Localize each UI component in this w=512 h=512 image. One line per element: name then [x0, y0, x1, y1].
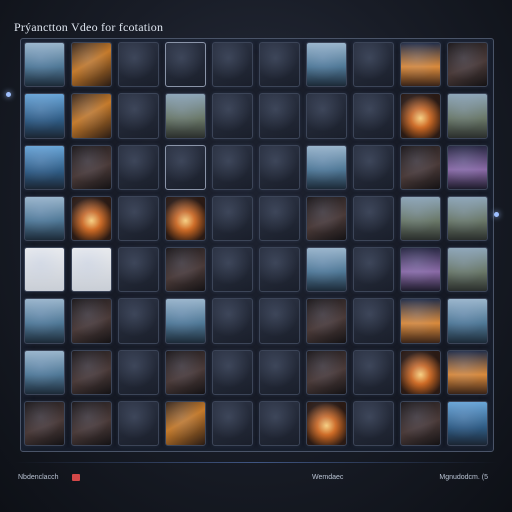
video-thumbnail[interactable] — [353, 93, 394, 139]
video-thumbnail[interactable] — [24, 349, 65, 395]
video-thumbnail[interactable] — [118, 195, 159, 241]
video-thumbnail[interactable] — [165, 42, 206, 88]
video-thumbnail[interactable] — [400, 400, 441, 446]
video-thumbnail[interactable] — [71, 195, 112, 241]
video-thumbnail[interactable] — [24, 42, 65, 88]
footer-divider — [14, 462, 498, 463]
video-thumbnail[interactable] — [118, 298, 159, 344]
footer-mid-label[interactable]: Wemdaec — [312, 474, 343, 481]
footer-left-label[interactable]: Nbdenclacch — [18, 474, 58, 481]
video-thumbnail[interactable] — [353, 349, 394, 395]
video-thumbnail[interactable] — [447, 93, 488, 139]
video-thumbnail[interactable] — [259, 195, 300, 241]
video-thumbnail[interactable] — [259, 400, 300, 446]
video-thumbnail[interactable] — [24, 247, 65, 293]
video-thumbnail[interactable] — [165, 400, 206, 446]
video-thumbnail[interactable] — [400, 247, 441, 293]
video-thumbnail[interactable] — [165, 93, 206, 139]
video-thumbnail[interactable] — [353, 400, 394, 446]
video-thumbnail[interactable] — [24, 298, 65, 344]
video-thumbnail[interactable] — [447, 247, 488, 293]
video-thumbnail[interactable] — [306, 349, 347, 395]
video-thumbnail[interactable] — [71, 42, 112, 88]
glow-dot — [494, 212, 499, 217]
video-thumbnail[interactable] — [353, 247, 394, 293]
video-thumbnail[interactable] — [353, 144, 394, 190]
video-thumbnail[interactable] — [71, 349, 112, 395]
video-thumbnail[interactable] — [400, 298, 441, 344]
video-thumbnail[interactable] — [259, 247, 300, 293]
video-thumbnail[interactable] — [306, 195, 347, 241]
video-thumbnail[interactable] — [212, 298, 253, 344]
glow-dot — [6, 92, 11, 97]
video-thumbnail[interactable] — [24, 400, 65, 446]
video-thumbnail[interactable] — [259, 298, 300, 344]
video-thumbnail[interactable] — [353, 42, 394, 88]
video-thumbnail[interactable] — [165, 298, 206, 344]
video-thumbnail[interactable] — [259, 93, 300, 139]
video-thumbnail[interactable] — [165, 144, 206, 190]
video-thumbnail[interactable] — [71, 298, 112, 344]
video-thumbnail[interactable] — [400, 42, 441, 88]
video-thumbnail[interactable] — [212, 247, 253, 293]
video-thumbnail[interactable] — [118, 144, 159, 190]
video-thumbnail[interactable] — [306, 144, 347, 190]
footer-right-label[interactable]: Mgnudodcm. (5 — [439, 474, 488, 481]
video-thumbnail[interactable] — [259, 42, 300, 88]
page-title: Prýanctton Vdeo for fcotation — [14, 20, 164, 34]
video-thumbnail[interactable] — [259, 144, 300, 190]
video-thumbnail[interactable] — [118, 93, 159, 139]
video-thumbnail[interactable] — [447, 400, 488, 446]
video-thumbnail[interactable] — [400, 144, 441, 190]
video-thumbnail[interactable] — [447, 349, 488, 395]
video-thumbnail[interactable] — [353, 298, 394, 344]
video-thumbnail[interactable] — [212, 195, 253, 241]
video-thumbnail[interactable] — [447, 144, 488, 190]
video-thumbnail[interactable] — [118, 42, 159, 88]
video-thumbnail[interactable] — [71, 93, 112, 139]
video-thumbnail[interactable] — [165, 195, 206, 241]
video-thumbnail[interactable] — [24, 144, 65, 190]
video-thumbnail[interactable] — [306, 247, 347, 293]
video-thumbnail[interactable] — [447, 42, 488, 88]
video-thumbnail[interactable] — [447, 298, 488, 344]
video-thumbnail[interactable] — [259, 349, 300, 395]
video-thumbnail[interactable] — [306, 400, 347, 446]
video-thumbnail[interactable] — [71, 144, 112, 190]
video-thumbnail[interactable] — [118, 349, 159, 395]
status-badge — [72, 474, 80, 481]
video-thumbnail[interactable] — [24, 93, 65, 139]
video-thumbnail[interactable] — [306, 298, 347, 344]
video-thumbnail[interactable] — [400, 93, 441, 139]
video-thumbnail[interactable] — [165, 247, 206, 293]
video-thumbnail[interactable] — [212, 93, 253, 139]
video-thumbnail[interactable] — [24, 195, 65, 241]
video-thumbnail[interactable] — [212, 144, 253, 190]
video-thumbnail[interactable] — [447, 195, 488, 241]
video-thumbnail[interactable] — [353, 195, 394, 241]
video-thumbnail[interactable] — [71, 247, 112, 293]
footer-bar: Nbdenclacch Wemdaec Mgnudodcm. (5 — [14, 462, 498, 486]
video-thumbnail[interactable] — [118, 247, 159, 293]
video-thumbnail[interactable] — [212, 400, 253, 446]
video-thumbnail[interactable] — [118, 400, 159, 446]
video-thumbnail[interactable] — [212, 349, 253, 395]
video-thumbnail[interactable] — [212, 42, 253, 88]
video-thumbnail[interactable] — [306, 93, 347, 139]
video-thumbnail[interactable] — [400, 195, 441, 241]
video-thumbnail[interactable] — [306, 42, 347, 88]
video-thumbnail[interactable] — [165, 349, 206, 395]
video-thumbnail[interactable] — [400, 349, 441, 395]
video-grid — [24, 42, 488, 446]
video-thumbnail[interactable] — [71, 400, 112, 446]
